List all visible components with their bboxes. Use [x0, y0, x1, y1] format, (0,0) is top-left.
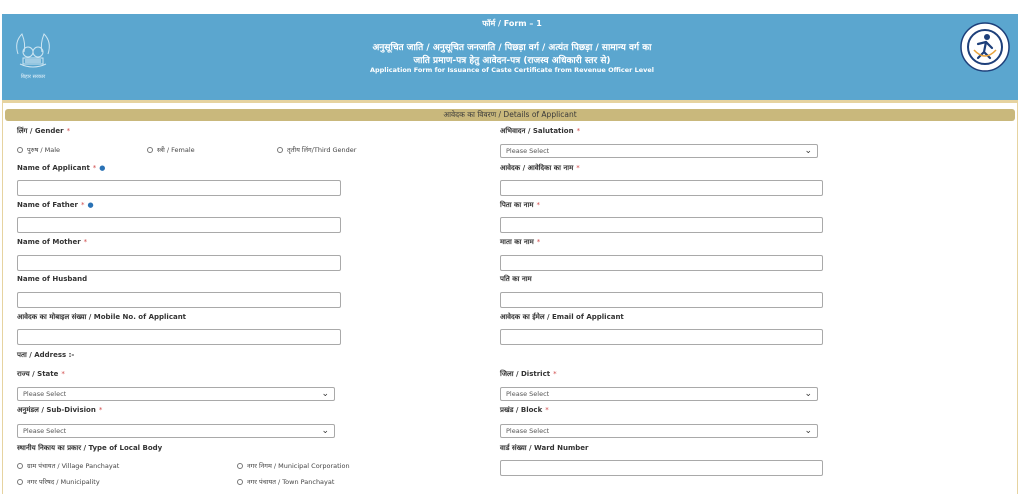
- local-body-municipality-radio[interactable]: नगर परिषद / Municipality: [17, 477, 100, 486]
- radio-circle[interactable]: [17, 462, 23, 469]
- mother-name-input[interactable]: [17, 255, 341, 271]
- husband-name-label: Name of Husband: [17, 275, 88, 283]
- local-body-municipal-corp-radio[interactable]: नगर निगम / Municipal Corporation: [237, 461, 350, 470]
- father-name-hi-label: पिता का नाम *: [500, 201, 541, 209]
- state-select[interactable]: Please Select ⌄: [17, 387, 335, 401]
- district-select[interactable]: Please Select ⌄: [500, 387, 818, 401]
- mother-name-label: Name of Mother *: [17, 238, 88, 246]
- subdivision-select[interactable]: Please Select ⌄: [17, 424, 335, 438]
- address-label: पता / Address :-: [17, 351, 75, 359]
- district-label: जिला / District *: [500, 370, 557, 378]
- form-header: बिहार सरकार फॉर्म / Form – 1 अनुसूचित जा…: [2, 14, 1018, 100]
- local-body-town-panchayat-radio[interactable]: नगर पंचायत / Town Panchayat: [237, 477, 334, 486]
- info-icon[interactable]: ●: [99, 164, 105, 172]
- local-body-village-radio[interactable]: ग्राम पंचायत / Village Panchayat: [17, 461, 119, 470]
- chevron-down-icon: ⌄: [321, 389, 329, 399]
- applicant-name-label: Name of Applicant * ●: [17, 164, 106, 172]
- subdivision-label: अनुमंडल / Sub-Division *: [17, 406, 103, 414]
- block-label: प्रखंड / Block *: [500, 406, 549, 414]
- radio-circle[interactable]: [277, 146, 283, 153]
- salutation-label: अभिवादन / Salutation *: [500, 127, 581, 135]
- block-select[interactable]: Please Select ⌄: [500, 424, 818, 438]
- applicant-name-hi-label: आवेदक / आवेदिका का नाम *: [500, 164, 580, 172]
- email-label: आवेदक का ईमेल / Email of Applicant: [500, 313, 624, 321]
- father-name-label: Name of Father * ●: [17, 201, 94, 209]
- form-title-hindi-2: जाति प्रमाण-पत्र हेतु आवेदन-पत्र (राजस्व…: [413, 56, 611, 66]
- left-logo-caption: बिहार सरकार: [20, 74, 46, 80]
- ward-label: वार्ड संख्या / Ward Number: [500, 444, 589, 452]
- info-icon[interactable]: ●: [87, 201, 93, 209]
- gender-male-radio[interactable]: पुरुष / Male: [17, 145, 60, 154]
- chevron-down-icon: ⌄: [804, 389, 812, 399]
- chevron-down-icon: ⌄: [804, 146, 812, 156]
- gender-female-radio[interactable]: स्त्री / Female: [147, 145, 195, 154]
- email-input[interactable]: [500, 329, 823, 345]
- salutation-select[interactable]: Please Select ⌄: [500, 144, 818, 158]
- form-number: फॉर्म / Form – 1: [482, 19, 542, 28]
- section-title: आवेदक का विवरण / Details of Applicant: [5, 109, 1015, 121]
- applicant-name-hi-input[interactable]: [500, 180, 823, 196]
- gender-label: लिंग / Gender *: [17, 127, 71, 135]
- radio-circle[interactable]: [147, 146, 153, 153]
- mobile-label: आवेदक का मोबाइल संख्या / Mobile No. of A…: [17, 313, 187, 321]
- service-logo-icon: [960, 22, 1010, 72]
- chevron-down-icon: ⌄: [321, 426, 329, 436]
- form-title-hindi-1: अनुसूचित जाति / अनुसूचित जनजाति / पिछड़ा…: [372, 43, 652, 53]
- radio-circle[interactable]: [237, 462, 243, 469]
- husband-name-hi-label: पति का नाम: [500, 275, 532, 283]
- father-name-input[interactable]: [17, 217, 341, 233]
- mother-name-hi-label: माता का नाम *: [500, 238, 541, 246]
- bihar-emblem-icon: बिहार सरकार: [8, 24, 58, 84]
- state-label: राज्य / State *: [17, 370, 65, 378]
- radio-circle[interactable]: [17, 478, 23, 485]
- local-body-label: स्थानीय निकाय का प्रकार / Type of Local …: [17, 444, 163, 452]
- mother-name-hi-input[interactable]: [500, 255, 823, 271]
- gender-third-radio[interactable]: तृतीय लिंग/Third Gender: [277, 145, 356, 154]
- chevron-down-icon: ⌄: [804, 426, 812, 436]
- radio-circle[interactable]: [17, 146, 23, 153]
- father-name-hi-input[interactable]: [500, 217, 823, 233]
- radio-circle[interactable]: [237, 478, 243, 485]
- husband-name-input[interactable]: [17, 292, 341, 308]
- ward-input[interactable]: [500, 460, 823, 476]
- mobile-input[interactable]: [17, 329, 341, 345]
- husband-name-hi-input[interactable]: [500, 292, 823, 308]
- page: बिहार सरकार फॉर्म / Form – 1 अनुसूचित जा…: [0, 0, 1024, 494]
- applicant-name-input[interactable]: [17, 180, 341, 196]
- form-title-english: Application Form for Issuance of Caste C…: [369, 66, 655, 74]
